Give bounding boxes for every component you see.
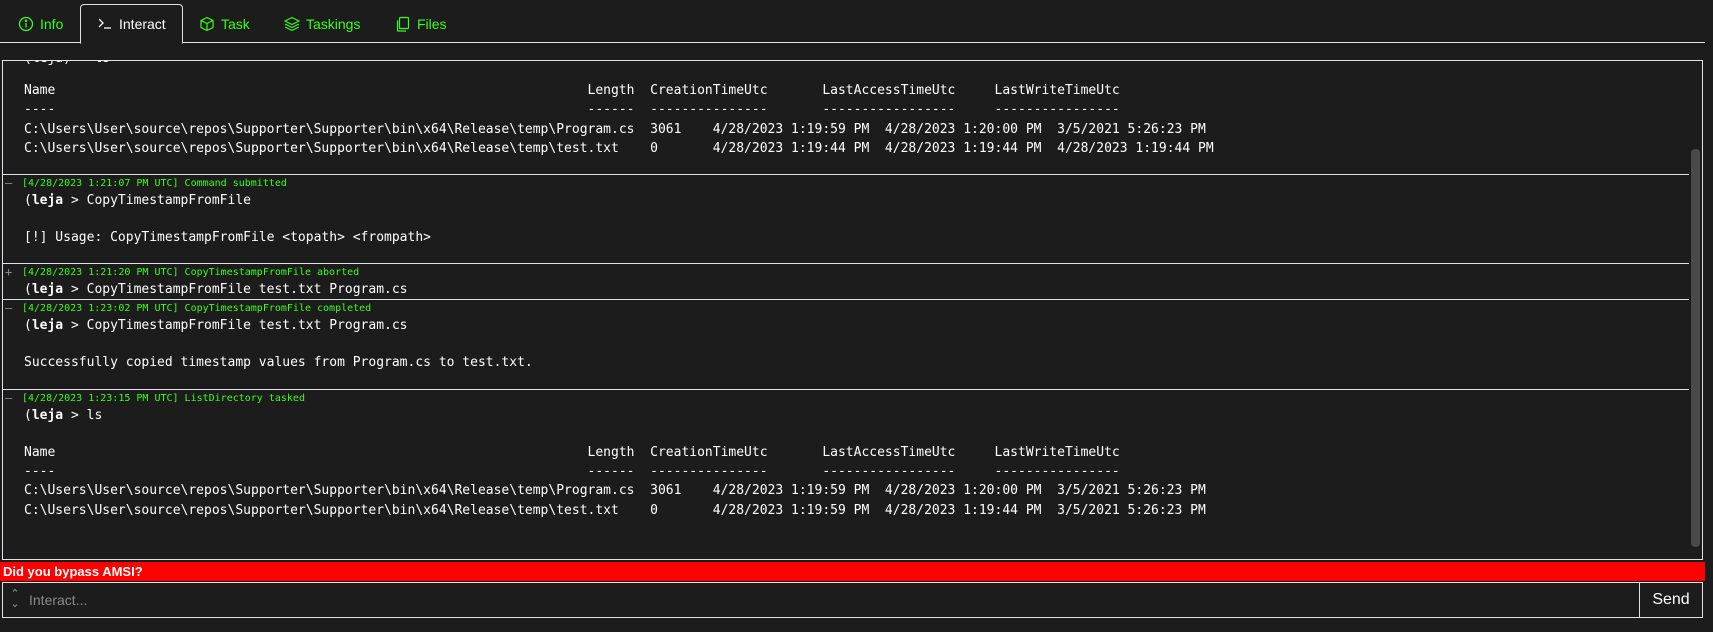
scrollbar-thumb[interactable] — [1691, 149, 1700, 547]
console-output[interactable]: (leja) > ls Name Length CreationTimeUtc … — [2, 60, 1703, 560]
tab-info[interactable]: Info — [2, 4, 79, 44]
tab-task[interactable]: Task — [183, 4, 266, 44]
console-command: (leja > CopyTimestampFromFile test.txt P… — [24, 318, 408, 334]
console-entry: + [4/28/2023 1:21:20 PM UTC] CopyTimesta… — [3, 264, 1691, 301]
expand-toggle[interactable]: + — [5, 266, 19, 278]
entry-meta: [4/28/2023 1:23:02 PM UTC] CopyTimestamp… — [22, 303, 372, 315]
console-command: (leja > CopyTimestampFromFile test.txt P… — [24, 282, 408, 298]
console-output-text: [!] Usage: CopyTimestampFromFile <topath… — [24, 230, 431, 246]
tab-label: Task — [221, 16, 250, 32]
console-command: (leja > ls — [24, 407, 103, 423]
agent-name: leja — [31, 318, 64, 334]
interact-input[interactable] — [29, 583, 1629, 617]
amsi-warning-banner: Did you bypass AMSI? — [0, 562, 1705, 581]
collapse-toggle[interactable]: — — [5, 177, 19, 189]
console-command: (leja > CopyTimestampFromFile — [24, 193, 251, 209]
tab-bar: Info Interact Task Taskings Files — [0, 0, 1705, 44]
entry-meta: [4/28/2023 1:23:15 PM UTC] ListDirectory… — [22, 392, 305, 404]
command-text: > CopyTimestampFromFile — [63, 193, 251, 209]
tab-interact[interactable]: Interact — [80, 4, 183, 44]
command-text: > CopyTimestampFromFile test.txt Program… — [63, 282, 408, 298]
console-output-text: Name Length CreationTimeUtc LastAccessTi… — [24, 444, 1206, 518]
files-icon — [396, 16, 410, 32]
command-input-row: ⌃⌄ Send — [2, 582, 1703, 618]
console-entry: (leja) > ls Name Length CreationTimeUtc … — [3, 61, 1691, 176]
layers-icon — [284, 16, 300, 32]
agent-name: leja — [31, 193, 64, 209]
console-entry: — [4/28/2023 1:21:07 PM UTC] Command sub… — [3, 175, 1691, 265]
console-command-fragment: (leja) > ls — [3, 61, 1691, 69]
console-output-text: Name Length CreationTimeUtc LastAccessTi… — [24, 83, 1214, 156]
terminal-icon — [98, 18, 111, 29]
console-output-text: Successfully copied timestamp values fro… — [24, 355, 533, 371]
history-stepper-icon[interactable]: ⌃ ⌄ — [9, 589, 21, 613]
console-scrollbar[interactable] — [1689, 61, 1702, 559]
cube-icon — [200, 16, 214, 32]
tab-label: Files — [417, 16, 447, 32]
tab-taskings[interactable]: Taskings — [268, 4, 376, 44]
console-entry: — [4/28/2023 1:23:15 PM UTC] ListDirecto… — [3, 390, 1691, 536]
agent-name: leja — [31, 282, 64, 298]
console-entry: — [4/28/2023 1:23:02 PM UTC] CopyTimesta… — [3, 300, 1691, 390]
command-text: > CopyTimestampFromFile test.txt Program… — [63, 318, 408, 334]
tab-label: Interact — [119, 16, 166, 32]
tab-files[interactable]: Files — [379, 4, 463, 44]
info-circle-icon — [18, 16, 34, 32]
agent-name: leja — [31, 407, 64, 423]
command-text: > ls — [63, 407, 103, 423]
collapse-toggle[interactable]: — — [5, 302, 19, 314]
tab-label: Info — [40, 16, 64, 32]
entry-meta: [4/28/2023 1:21:20 PM UTC] CopyTimestamp… — [22, 267, 360, 279]
tab-label: Taskings — [306, 16, 361, 32]
send-button[interactable]: Send — [1639, 583, 1702, 617]
collapse-toggle[interactable]: — — [5, 392, 19, 404]
entry-meta: [4/28/2023 1:21:07 PM UTC] Command submi… — [22, 178, 287, 190]
